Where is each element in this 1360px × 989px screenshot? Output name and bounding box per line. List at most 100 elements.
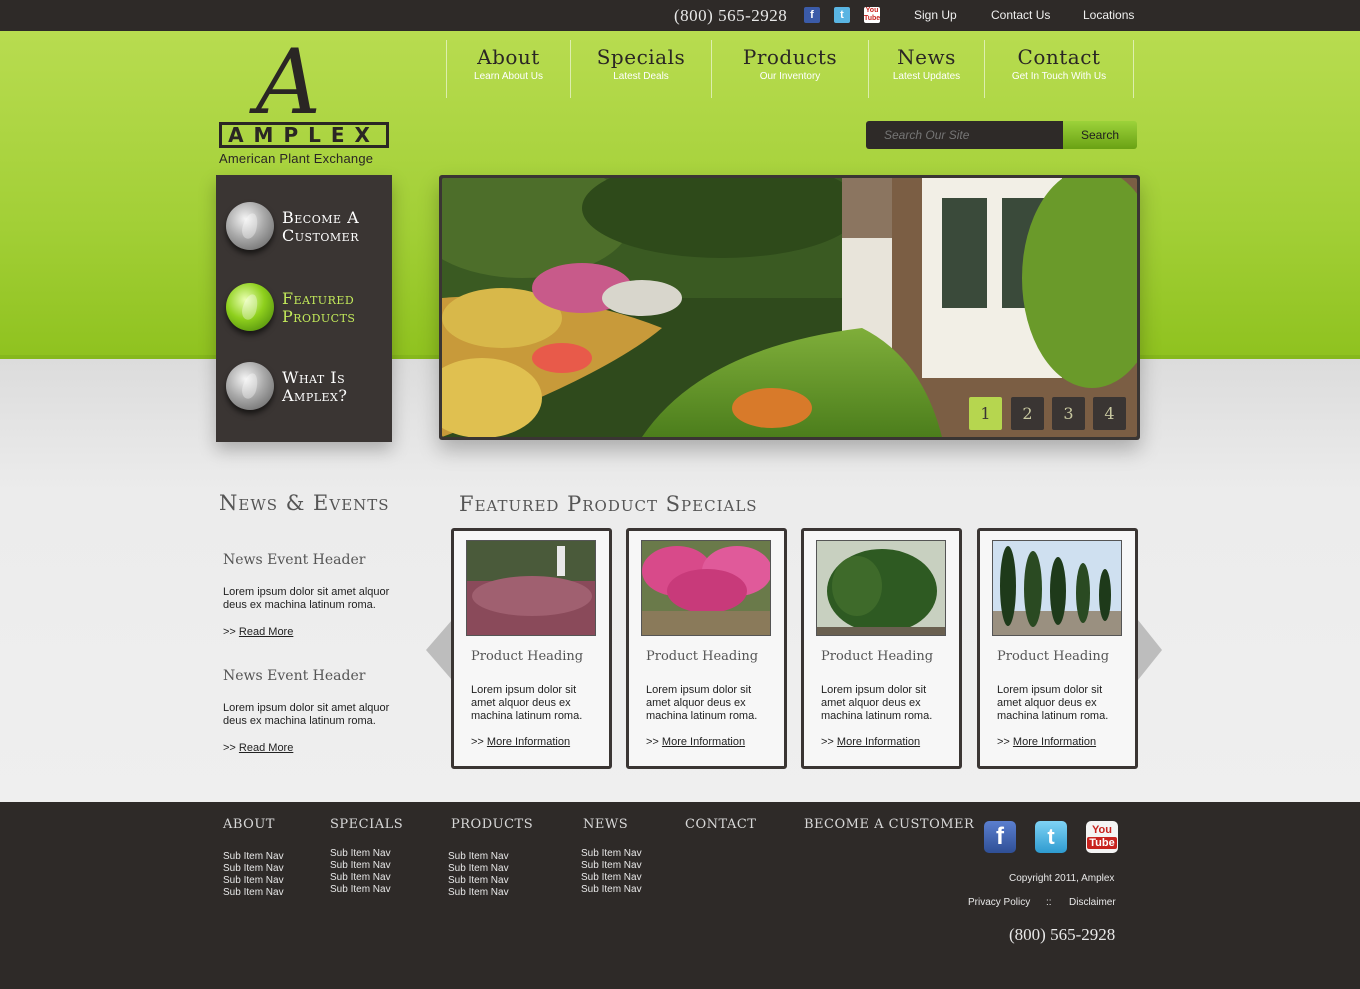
nav-about-sub: Learn About Us bbox=[474, 71, 543, 82]
sign-up-link[interactable]: Sign Up bbox=[914, 8, 957, 22]
carousel-prev-arrow-icon[interactable] bbox=[426, 620, 452, 680]
footer-sub-link[interactable]: Sub Item Nav bbox=[581, 848, 642, 860]
footer-specials-heading[interactable]: SPECIALS bbox=[330, 817, 403, 832]
nav-news-sub: Latest Updates bbox=[892, 71, 961, 82]
side-item-what-is-amplex[interactable]: What Is Amplex? bbox=[216, 359, 392, 419]
side-menu: Become A Customer Featured Products What I… bbox=[216, 175, 392, 442]
news-header: News Event Header bbox=[223, 668, 366, 684]
footer-become-customer-heading[interactable]: BECOME A CUSTOMER bbox=[804, 817, 974, 832]
more-information-link[interactable]: More Information bbox=[837, 736, 920, 748]
search-button[interactable]: Search bbox=[1063, 121, 1137, 149]
nav-news-label: News bbox=[897, 45, 956, 69]
footer-sub-link[interactable]: Sub Item Nav bbox=[330, 848, 391, 860]
header-phone: (800) 565-2928 bbox=[674, 6, 788, 25]
logo-letter: A bbox=[256, 30, 321, 135]
nav-news[interactable]: News Latest Updates bbox=[868, 40, 984, 98]
product-more: >> More Information bbox=[997, 736, 1097, 748]
nav-specials[interactable]: Specials Latest Deals bbox=[570, 40, 711, 98]
product-body: Lorem ipsum dolor sit amet alquor deus e… bbox=[471, 684, 583, 722]
read-more-link[interactable]: Read More bbox=[239, 742, 293, 754]
footer-sub-link[interactable]: Sub Item Nav bbox=[330, 860, 391, 872]
footer-sub-link[interactable]: Sub Item Nav bbox=[448, 851, 509, 863]
footer-products-list: Sub Item Nav Sub Item Nav Sub Item Nav S… bbox=[448, 851, 509, 899]
side-item-become-customer[interactable]: Become A Customer bbox=[216, 199, 392, 259]
footer-sub-link[interactable]: Sub Item Nav bbox=[448, 875, 509, 887]
nav-products-sub: Our Inventory bbox=[759, 71, 821, 82]
product-image[interactable] bbox=[816, 540, 946, 636]
product-heading: Product Heading bbox=[997, 649, 1110, 664]
footer-sub-link[interactable]: Sub Item Nav bbox=[448, 887, 509, 899]
nav-contact-sub: Get In Touch With Us bbox=[1011, 71, 1107, 82]
footer-sub-link[interactable]: Sub Item Nav bbox=[330, 884, 391, 896]
product-card: Product Heading Lorem ipsum dolor sit am… bbox=[626, 528, 787, 769]
product-body: Lorem ipsum dolor sit amet alquor deus e… bbox=[646, 684, 758, 722]
product-heading: Product Heading bbox=[471, 649, 584, 664]
footer-separator: :: bbox=[1046, 897, 1052, 908]
footer-sub-link[interactable]: Sub Item Nav bbox=[330, 872, 391, 884]
carousel-next-arrow-icon[interactable] bbox=[1138, 620, 1162, 680]
product-heading: Product Heading bbox=[646, 649, 759, 664]
read-more-link[interactable]: Read More bbox=[239, 626, 293, 638]
footer-sub-link[interactable]: Sub Item Nav bbox=[223, 887, 284, 899]
nav-products-label: Products bbox=[742, 45, 838, 69]
slide-button-3[interactable]: 3 bbox=[1052, 397, 1085, 430]
locations-link[interactable]: Locations bbox=[1083, 8, 1134, 22]
product-more: >> More Information bbox=[821, 736, 921, 748]
footer bbox=[0, 802, 1360, 989]
youtube-icon[interactable]: You Tube bbox=[1086, 821, 1118, 853]
privacy-policy-link[interactable]: Privacy Policy bbox=[968, 897, 1030, 908]
twitter-icon[interactable]: t bbox=[834, 7, 850, 23]
product-body: Lorem ipsum dolor sit amet alquor deus e… bbox=[997, 684, 1109, 722]
footer-about-heading[interactable]: ABOUT bbox=[223, 817, 275, 832]
product-card: Product Heading Lorem ipsum dolor sit am… bbox=[801, 528, 962, 769]
more-information-link[interactable]: More Information bbox=[1013, 736, 1096, 748]
footer-news-list: Sub Item Nav Sub Item Nav Sub Item Nav S… bbox=[581, 848, 642, 896]
nav-about[interactable]: About Learn About Us bbox=[446, 40, 570, 98]
footer-news-heading[interactable]: NEWS bbox=[583, 817, 628, 832]
nav-contact-label: Contact bbox=[1017, 45, 1101, 69]
footer-contact-heading[interactable]: CONTACT bbox=[685, 817, 756, 832]
product-image[interactable] bbox=[992, 540, 1122, 636]
footer-sub-link[interactable]: Sub Item Nav bbox=[223, 863, 284, 875]
footer-sub-link[interactable]: Sub Item Nav bbox=[223, 875, 284, 887]
news-header: News Event Header bbox=[223, 552, 366, 568]
footer-products-heading[interactable]: PRODUCTS bbox=[451, 817, 533, 832]
product-heading: Product Heading bbox=[821, 649, 934, 664]
footer-sub-link[interactable]: Sub Item Nav bbox=[223, 851, 284, 863]
slide-button-2[interactable]: 2 bbox=[1011, 397, 1044, 430]
more-information-link[interactable]: More Information bbox=[662, 736, 745, 748]
youtube-icon[interactable]: You Tube bbox=[864, 7, 880, 23]
search-input[interactable] bbox=[866, 121, 1063, 149]
twitter-icon[interactable]: t bbox=[1035, 821, 1067, 853]
nav-products[interactable]: Products Our Inventory bbox=[711, 40, 868, 98]
leaf-orb-icon bbox=[226, 283, 274, 331]
slide-button-1[interactable]: 1 bbox=[969, 397, 1002, 430]
news-read-more: >> Read More bbox=[223, 626, 294, 638]
featured-title: Featured Product Specials bbox=[459, 492, 758, 516]
slide-button-4[interactable]: 4 bbox=[1093, 397, 1126, 430]
orb-icon bbox=[226, 362, 274, 410]
product-image[interactable] bbox=[641, 540, 771, 636]
nav-contact[interactable]: Contact Get In Touch With Us bbox=[984, 40, 1134, 98]
product-card: Product Heading Lorem ipsum dolor sit am… bbox=[451, 528, 612, 769]
facebook-icon[interactable]: f bbox=[984, 821, 1016, 853]
side-item-featured-products[interactable]: Featured Products bbox=[216, 280, 392, 340]
logo-wordmark: AMPLEX bbox=[219, 122, 389, 148]
nav-specials-label: Specials bbox=[596, 45, 686, 69]
product-more: >> More Information bbox=[646, 736, 746, 748]
contact-us-link[interactable]: Contact Us bbox=[991, 8, 1050, 22]
footer-sub-link[interactable]: Sub Item Nav bbox=[581, 872, 642, 884]
product-more: >> More Information bbox=[471, 736, 571, 748]
footer-phone: (800) 565-2928 bbox=[1009, 925, 1116, 944]
disclaimer-link[interactable]: Disclaimer bbox=[1069, 897, 1116, 908]
more-information-link[interactable]: More Information bbox=[487, 736, 570, 748]
product-image[interactable] bbox=[466, 540, 596, 636]
footer-sub-link[interactable]: Sub Item Nav bbox=[448, 863, 509, 875]
footer-sub-link[interactable]: Sub Item Nav bbox=[581, 860, 642, 872]
product-card: Product Heading Lorem ipsum dolor sit am… bbox=[977, 528, 1138, 769]
amplex-logo[interactable]: A AMPLEX American Plant Exchange bbox=[216, 30, 392, 166]
copyright: Copyright 2011, Amplex bbox=[1009, 873, 1115, 884]
facebook-icon[interactable]: f bbox=[804, 7, 820, 23]
footer-sub-link[interactable]: Sub Item Nav bbox=[581, 884, 642, 896]
side-item-label: Become A Customer bbox=[282, 208, 360, 245]
